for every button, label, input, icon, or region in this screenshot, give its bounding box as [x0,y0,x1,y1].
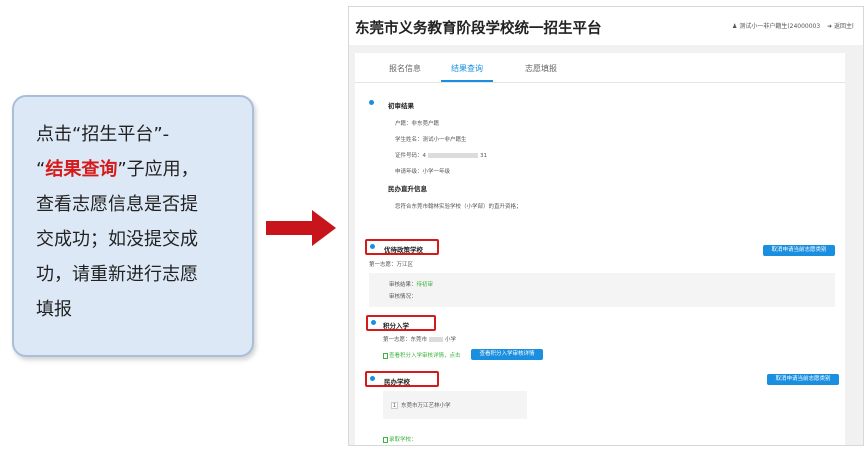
section-bullet [370,244,375,249]
review-result-line: 审核结果：待初审 [389,280,433,288]
callout-line-6: 填报 [36,299,72,320]
priority-first-choice: 第一志愿：万江区 [369,262,414,268]
exit-icon: ➜ [827,23,833,30]
section-bullet [370,376,375,381]
cancel-private-button[interactable]: 取消申请当前志愿类别 [767,374,839,385]
section-bullet [369,100,374,105]
document-icon [383,436,388,443]
user-name: 测试小一非户籍生(24000003 [739,23,821,30]
points-admission-title: 积分入学 [383,322,409,330]
main-content: 报名信息 结果查询 志愿填报 初审结果 户籍：非东莞户籍 学生姓名：测试小一非户… [355,53,845,445]
id-suffix: 31 [480,153,487,159]
callout-line-4: 交成功；如没提交成 [36,229,198,250]
tab-bar: 报名信息 结果查询 志愿填报 [355,53,845,83]
priority-review-card: 审核结果：待初审 审核情况： [369,273,835,307]
private-school-item: 1 东莞市万江艺林小学 [391,401,451,409]
tab-preference-fill[interactable]: 志愿填报 [525,63,557,74]
tab-result-query[interactable]: 结果查询 [451,63,483,74]
priority-school-title: 优待政策学校 [384,246,423,254]
admitted-label: 录取学校： [389,437,417,443]
direct-promotion-text: 您符合东莞市翰林实验学校（小学部）的直升资格； [395,204,522,210]
id-number-line: 证件号码：4 31 [395,151,487,159]
redacted-school [429,337,444,342]
top-bar: 东莞市义务教育阶段学校统一招生平台 ♟ 测试小一非户籍生(24000003 ➜ … [349,7,863,45]
points-link-text: 查看积分入学审核详情，点击 [389,353,461,359]
callout-line-3: 查看志愿信息是否提 [36,194,198,215]
hukou-line: 户籍：非东莞户籍 [395,121,440,127]
points-first-choice: 第一志愿：东莞市 小学 [383,335,456,343]
private-school-title: 民办学校 [384,378,410,386]
user-info[interactable]: ♟ 测试小一非户籍生(24000003 [732,21,820,30]
grade-line: 申请年级：小学一年级 [395,169,451,175]
right-arrow-icon [266,210,336,246]
section-bullet [371,320,376,325]
review-result-value: 待初审 [416,282,434,288]
initial-review-title: 初审结果 [388,102,414,110]
document-icon [383,352,388,359]
id-prefix: 证件号码：4 [395,153,426,159]
points-detail-link[interactable]: 查看积分入学审核详情，点击 [383,351,461,359]
callout-line-2: “结果查询”子应用， [36,152,236,187]
cancel-priority-button[interactable]: 取消申请当前志愿类别 [763,245,835,256]
review-status-line: 审核情况： [389,294,417,300]
review-result-label: 审核结果： [389,282,417,288]
private-school-card: 1 东莞市万江艺林小学 [383,391,527,419]
callout-quote-open: “ [36,159,46,180]
callout-highlight: 结果查询 [45,159,118,180]
site-title: 东莞市义务教育阶段学校统一招生平台 [355,21,602,37]
user-icon: ♟ [732,23,738,30]
points-choice-suffix: 小学 [445,337,457,343]
platform-screenshot: 东莞市义务教育阶段学校统一招生平台 ♟ 测试小一非户籍生(24000003 ➜ … [348,6,864,446]
direct-promotion-title: 民办直升信息 [388,185,427,193]
points-choice-prefix: 第一志愿：东莞市 [383,337,428,343]
callout-quote-close: ”子应用， [117,159,199,180]
school-name: 东莞市万江艺林小学 [401,403,451,409]
school-index: 1 [391,402,398,409]
redacted-id [428,153,478,158]
callout-line-1: 点击“招生平台”- [36,124,170,145]
view-points-detail-button[interactable]: 查看积分入学审核详情 [471,349,543,360]
back-to-home-link[interactable]: ➜ 返回主l [827,21,854,30]
admitted-school-line: 录取学校： [383,435,417,443]
student-name-line: 学生姓名：测试小一非户籍生 [395,137,467,143]
tab-registration-info[interactable]: 报名信息 [389,63,421,74]
callout-line-5: 功，请重新进行志愿 [36,264,198,285]
active-tab-indicator [441,80,493,82]
instruction-callout: 点击“招生平台”- “结果查询”子应用， 查看志愿信息是否提 交成功；如没提交成… [12,95,254,357]
back-label: 返回主l [833,23,854,30]
